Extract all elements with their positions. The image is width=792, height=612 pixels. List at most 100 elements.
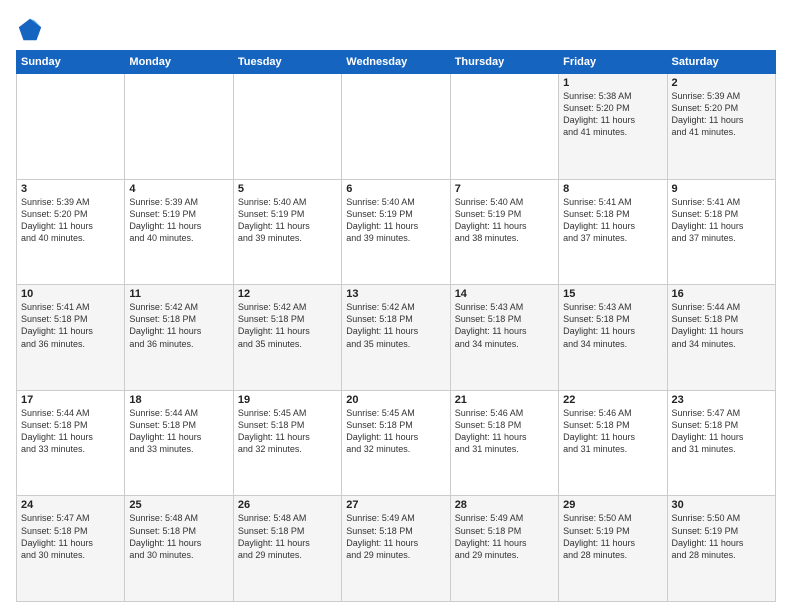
calendar-cell: 2Sunrise: 5:39 AM Sunset: 5:20 PM Daylig… xyxy=(667,74,775,180)
day-number: 9 xyxy=(672,183,771,195)
day-number: 15 xyxy=(563,288,662,300)
calendar-week-row: 17Sunrise: 5:44 AM Sunset: 5:18 PM Dayli… xyxy=(17,390,776,496)
day-info: Sunrise: 5:40 AM Sunset: 5:19 PM Dayligh… xyxy=(346,196,445,245)
day-info: Sunrise: 5:42 AM Sunset: 5:18 PM Dayligh… xyxy=(238,301,337,350)
day-info: Sunrise: 5:44 AM Sunset: 5:18 PM Dayligh… xyxy=(672,301,771,350)
day-info: Sunrise: 5:48 AM Sunset: 5:18 PM Dayligh… xyxy=(129,512,228,561)
day-number: 10 xyxy=(21,288,120,300)
day-number: 3 xyxy=(21,183,120,195)
day-info: Sunrise: 5:39 AM Sunset: 5:19 PM Dayligh… xyxy=(129,196,228,245)
calendar-cell: 8Sunrise: 5:41 AM Sunset: 5:18 PM Daylig… xyxy=(559,179,667,285)
day-number: 18 xyxy=(129,394,228,406)
calendar-header-row: SundayMondayTuesdayWednesdayThursdayFrid… xyxy=(17,51,776,74)
day-info: Sunrise: 5:46 AM Sunset: 5:18 PM Dayligh… xyxy=(455,407,554,456)
day-number: 1 xyxy=(563,77,662,89)
day-number: 20 xyxy=(346,394,445,406)
day-number: 30 xyxy=(672,499,771,511)
calendar-cell: 19Sunrise: 5:45 AM Sunset: 5:18 PM Dayli… xyxy=(233,390,341,496)
calendar-cell: 3Sunrise: 5:39 AM Sunset: 5:20 PM Daylig… xyxy=(17,179,125,285)
calendar-week-row: 24Sunrise: 5:47 AM Sunset: 5:18 PM Dayli… xyxy=(17,496,776,602)
day-number: 12 xyxy=(238,288,337,300)
calendar-cell: 12Sunrise: 5:42 AM Sunset: 5:18 PM Dayli… xyxy=(233,285,341,391)
page: SundayMondayTuesdayWednesdayThursdayFrid… xyxy=(0,0,792,612)
calendar-cell: 18Sunrise: 5:44 AM Sunset: 5:18 PM Dayli… xyxy=(125,390,233,496)
day-info: Sunrise: 5:41 AM Sunset: 5:18 PM Dayligh… xyxy=(672,196,771,245)
calendar-cell: 4Sunrise: 5:39 AM Sunset: 5:19 PM Daylig… xyxy=(125,179,233,285)
calendar-cell: 9Sunrise: 5:41 AM Sunset: 5:18 PM Daylig… xyxy=(667,179,775,285)
day-info: Sunrise: 5:39 AM Sunset: 5:20 PM Dayligh… xyxy=(672,90,771,139)
day-number: 2 xyxy=(672,77,771,89)
day-number: 25 xyxy=(129,499,228,511)
day-number: 13 xyxy=(346,288,445,300)
day-info: Sunrise: 5:47 AM Sunset: 5:18 PM Dayligh… xyxy=(672,407,771,456)
calendar-cell: 30Sunrise: 5:50 AM Sunset: 5:19 PM Dayli… xyxy=(667,496,775,602)
day-info: Sunrise: 5:49 AM Sunset: 5:18 PM Dayligh… xyxy=(455,512,554,561)
calendar-cell: 13Sunrise: 5:42 AM Sunset: 5:18 PM Dayli… xyxy=(342,285,450,391)
day-info: Sunrise: 5:45 AM Sunset: 5:18 PM Dayligh… xyxy=(346,407,445,456)
calendar-cell: 23Sunrise: 5:47 AM Sunset: 5:18 PM Dayli… xyxy=(667,390,775,496)
day-info: Sunrise: 5:41 AM Sunset: 5:18 PM Dayligh… xyxy=(563,196,662,245)
calendar-cell: 28Sunrise: 5:49 AM Sunset: 5:18 PM Dayli… xyxy=(450,496,558,602)
calendar-cell: 24Sunrise: 5:47 AM Sunset: 5:18 PM Dayli… xyxy=(17,496,125,602)
day-info: Sunrise: 5:42 AM Sunset: 5:18 PM Dayligh… xyxy=(129,301,228,350)
day-number: 4 xyxy=(129,183,228,195)
calendar-cell: 17Sunrise: 5:44 AM Sunset: 5:18 PM Dayli… xyxy=(17,390,125,496)
day-number: 14 xyxy=(455,288,554,300)
day-number: 21 xyxy=(455,394,554,406)
day-number: 29 xyxy=(563,499,662,511)
day-number: 22 xyxy=(563,394,662,406)
calendar-header-sunday: Sunday xyxy=(17,51,125,74)
calendar-cell xyxy=(233,74,341,180)
day-info: Sunrise: 5:39 AM Sunset: 5:20 PM Dayligh… xyxy=(21,196,120,245)
calendar-header-monday: Monday xyxy=(125,51,233,74)
day-info: Sunrise: 5:43 AM Sunset: 5:18 PM Dayligh… xyxy=(563,301,662,350)
day-info: Sunrise: 5:47 AM Sunset: 5:18 PM Dayligh… xyxy=(21,512,120,561)
header xyxy=(16,12,776,44)
day-number: 28 xyxy=(455,499,554,511)
calendar-cell xyxy=(17,74,125,180)
day-number: 8 xyxy=(563,183,662,195)
calendar-cell: 14Sunrise: 5:43 AM Sunset: 5:18 PM Dayli… xyxy=(450,285,558,391)
day-info: Sunrise: 5:49 AM Sunset: 5:18 PM Dayligh… xyxy=(346,512,445,561)
calendar-cell: 1Sunrise: 5:38 AM Sunset: 5:20 PM Daylig… xyxy=(559,74,667,180)
day-number: 17 xyxy=(21,394,120,406)
calendar-cell xyxy=(342,74,450,180)
calendar-cell: 20Sunrise: 5:45 AM Sunset: 5:18 PM Dayli… xyxy=(342,390,450,496)
day-number: 5 xyxy=(238,183,337,195)
calendar-header-tuesday: Tuesday xyxy=(233,51,341,74)
calendar-header-saturday: Saturday xyxy=(667,51,775,74)
day-info: Sunrise: 5:44 AM Sunset: 5:18 PM Dayligh… xyxy=(129,407,228,456)
calendar-cell: 7Sunrise: 5:40 AM Sunset: 5:19 PM Daylig… xyxy=(450,179,558,285)
day-info: Sunrise: 5:38 AM Sunset: 5:20 PM Dayligh… xyxy=(563,90,662,139)
logo xyxy=(16,16,48,44)
calendar-cell: 6Sunrise: 5:40 AM Sunset: 5:19 PM Daylig… xyxy=(342,179,450,285)
day-info: Sunrise: 5:43 AM Sunset: 5:18 PM Dayligh… xyxy=(455,301,554,350)
day-info: Sunrise: 5:44 AM Sunset: 5:18 PM Dayligh… xyxy=(21,407,120,456)
calendar-cell: 29Sunrise: 5:50 AM Sunset: 5:19 PM Dayli… xyxy=(559,496,667,602)
day-number: 11 xyxy=(129,288,228,300)
day-info: Sunrise: 5:45 AM Sunset: 5:18 PM Dayligh… xyxy=(238,407,337,456)
day-number: 19 xyxy=(238,394,337,406)
day-info: Sunrise: 5:42 AM Sunset: 5:18 PM Dayligh… xyxy=(346,301,445,350)
day-number: 16 xyxy=(672,288,771,300)
calendar-week-row: 1Sunrise: 5:38 AM Sunset: 5:20 PM Daylig… xyxy=(17,74,776,180)
calendar-cell xyxy=(125,74,233,180)
calendar-cell: 25Sunrise: 5:48 AM Sunset: 5:18 PM Dayli… xyxy=(125,496,233,602)
day-number: 24 xyxy=(21,499,120,511)
calendar-cell: 27Sunrise: 5:49 AM Sunset: 5:18 PM Dayli… xyxy=(342,496,450,602)
calendar-cell: 21Sunrise: 5:46 AM Sunset: 5:18 PM Dayli… xyxy=(450,390,558,496)
calendar-week-row: 10Sunrise: 5:41 AM Sunset: 5:18 PM Dayli… xyxy=(17,285,776,391)
day-info: Sunrise: 5:41 AM Sunset: 5:18 PM Dayligh… xyxy=(21,301,120,350)
calendar-cell: 11Sunrise: 5:42 AM Sunset: 5:18 PM Dayli… xyxy=(125,285,233,391)
day-info: Sunrise: 5:40 AM Sunset: 5:19 PM Dayligh… xyxy=(238,196,337,245)
day-info: Sunrise: 5:40 AM Sunset: 5:19 PM Dayligh… xyxy=(455,196,554,245)
calendar-header-thursday: Thursday xyxy=(450,51,558,74)
day-number: 27 xyxy=(346,499,445,511)
calendar-cell: 16Sunrise: 5:44 AM Sunset: 5:18 PM Dayli… xyxy=(667,285,775,391)
day-info: Sunrise: 5:46 AM Sunset: 5:18 PM Dayligh… xyxy=(563,407,662,456)
day-number: 26 xyxy=(238,499,337,511)
calendar-cell: 15Sunrise: 5:43 AM Sunset: 5:18 PM Dayli… xyxy=(559,285,667,391)
day-info: Sunrise: 5:48 AM Sunset: 5:18 PM Dayligh… xyxy=(238,512,337,561)
calendar-table: SundayMondayTuesdayWednesdayThursdayFrid… xyxy=(16,50,776,602)
calendar-header-friday: Friday xyxy=(559,51,667,74)
